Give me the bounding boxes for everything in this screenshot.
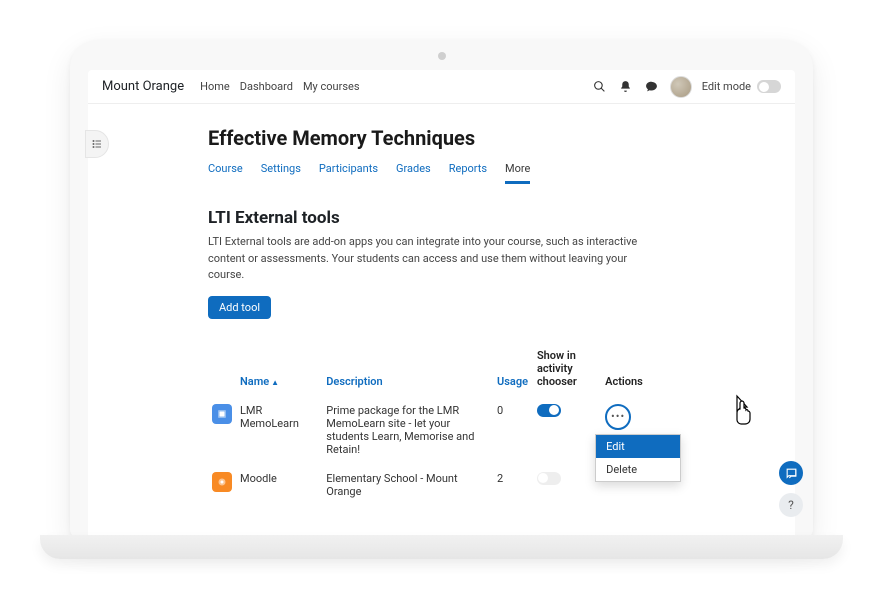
messages-icon[interactable] xyxy=(644,79,660,95)
col-description[interactable]: Description xyxy=(322,343,493,396)
actions-menu-button[interactable]: ••• Edit Delete xyxy=(605,404,631,430)
site-brand[interactable]: Mount Orange xyxy=(102,79,184,94)
edit-mode-label: Edit mode xyxy=(702,80,751,93)
chooser-toggle[interactable] xyxy=(537,404,561,417)
top-navbar: Mount Orange Home Dashboard My courses xyxy=(88,70,795,104)
tab-settings[interactable]: Settings xyxy=(261,162,301,184)
course-tabs: Course Settings Participants Grades Repo… xyxy=(208,162,795,184)
edit-mode-toggle[interactable] xyxy=(757,80,781,93)
help-fab[interactable]: ? xyxy=(779,493,803,517)
section-title: LTI External tools xyxy=(208,208,795,228)
tool-description: Prime package for the LMR MemoLearn site… xyxy=(322,396,493,464)
laptop-base xyxy=(40,535,843,559)
dropdown-delete[interactable]: Delete xyxy=(596,458,680,481)
add-tool-button[interactable]: Add tool xyxy=(208,296,271,319)
search-icon[interactable] xyxy=(592,79,608,95)
sort-caret-icon: ▲ xyxy=(271,378,279,387)
chooser-toggle[interactable] xyxy=(537,472,561,485)
edit-mode-group: Edit mode xyxy=(702,80,781,93)
tab-grades[interactable]: Grades xyxy=(396,162,431,184)
tool-name: LMR MemoLearn xyxy=(236,396,322,464)
nav-home[interactable]: Home xyxy=(200,80,230,93)
table-row: LMR MemoLearn Prime package for the LMR … xyxy=(208,396,660,464)
col-name[interactable]: Name▲ xyxy=(236,343,322,396)
ellipsis-icon: ••• xyxy=(611,411,625,422)
tool-usage: 0 xyxy=(493,396,533,464)
user-avatar[interactable] xyxy=(670,76,692,98)
bell-icon[interactable] xyxy=(618,79,634,95)
nav-dashboard[interactable]: Dashboard xyxy=(240,80,293,93)
tab-participants[interactable]: Participants xyxy=(319,162,378,184)
tools-table: Name▲ Description Usage Show in activity… xyxy=(208,343,660,506)
dropdown-edit[interactable]: Edit xyxy=(596,435,680,458)
col-actions: Actions xyxy=(601,343,660,396)
laptop-camera xyxy=(438,52,446,60)
tool-icon xyxy=(212,472,232,492)
tool-icon xyxy=(212,404,232,424)
tab-more[interactable]: More xyxy=(505,162,530,184)
col-usage[interactable]: Usage xyxy=(493,343,533,396)
nav-mycourses[interactable]: My courses xyxy=(303,80,360,93)
table-row: Moodle Elementary School - Mount Orange … xyxy=(208,464,660,506)
actions-dropdown: Edit Delete xyxy=(595,434,681,482)
tab-reports[interactable]: Reports xyxy=(449,162,487,184)
tool-usage: 2 xyxy=(493,464,533,506)
tool-name: Moodle xyxy=(236,464,322,506)
col-chooser: Show in activity chooser xyxy=(533,343,601,396)
chat-fab[interactable] xyxy=(779,461,803,485)
section-description: LTI External tools are add-on apps you c… xyxy=(208,234,658,284)
page-title: Effective Memory Techniques xyxy=(208,126,795,150)
tool-description: Elementary School - Mount Orange xyxy=(322,464,493,506)
tab-course[interactable]: Course xyxy=(208,162,243,184)
